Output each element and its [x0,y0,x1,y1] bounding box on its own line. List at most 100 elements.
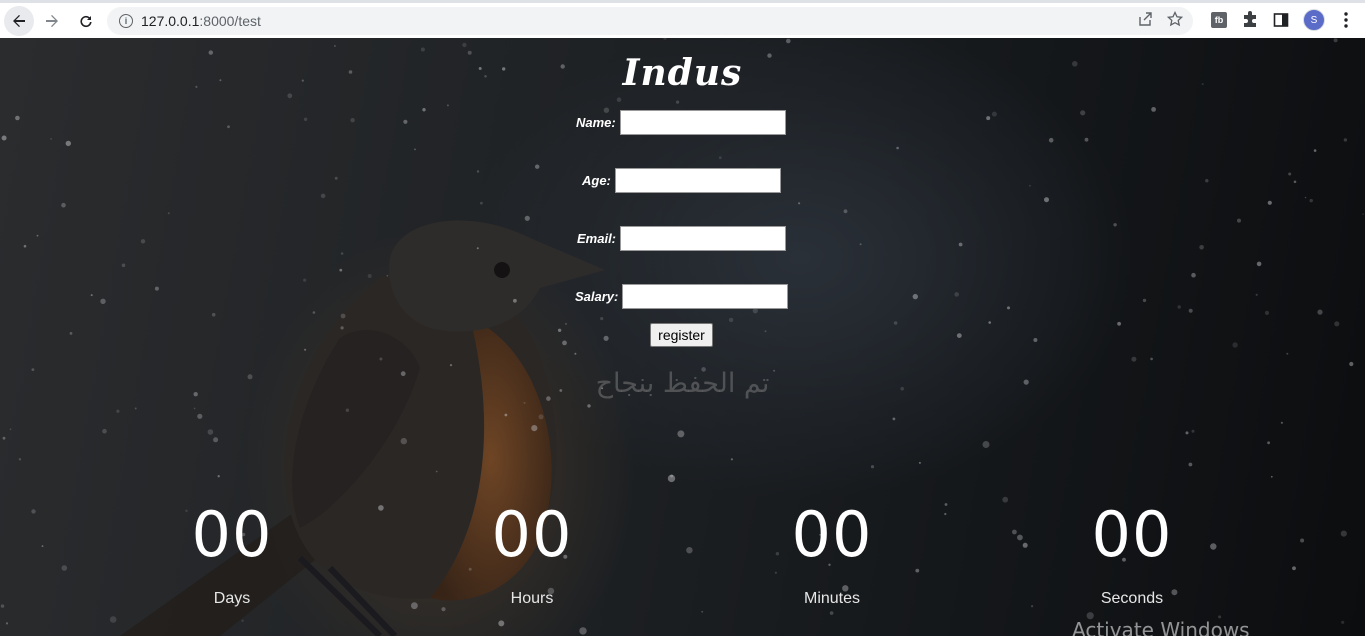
snow-particle [333,45,336,47]
share-icon[interactable] [1137,11,1153,27]
snow-particle [587,404,591,408]
puzzle-icon[interactable] [1241,11,1259,29]
snow-particle [227,125,230,129]
snow-particle [1304,196,1307,199]
snow-particle [1191,272,1196,278]
success-message: تم الحفظ بنجاح [595,368,770,399]
age-field[interactable] [614,168,781,193]
snow-particle [197,413,203,419]
snow-particle [1267,200,1272,205]
address-bar[interactable]: i 127.0.0.1:8000/test [107,7,1193,35]
snow-particle [441,607,446,612]
name-field[interactable] [619,110,786,135]
snow-particle [1292,566,1296,571]
snow-particle [896,146,899,150]
snow-particle [339,268,343,272]
snow-particle [476,170,480,173]
snow-particle [1313,149,1317,152]
snow-particle [9,428,12,431]
snow-particle [420,47,425,52]
snow-particle [1309,198,1313,203]
countdown-minutes: 00 Minutes [752,500,912,608]
snow-particle [241,619,244,622]
snow-particle [134,407,137,410]
snow-particle [1340,530,1347,537]
snow-particle [918,461,921,464]
snow-particle [574,352,577,355]
countdown-hours: 00 Hours [452,500,612,608]
snow-particle [1113,223,1117,227]
snow-particle [667,474,676,483]
snow-particle [677,430,685,438]
snow-particle [1333,38,1338,43]
side-panel-icon[interactable] [1273,12,1289,28]
snow-particle [41,545,44,547]
snow-particle [304,348,307,351]
reload-button[interactable] [70,5,102,37]
snow-particle [535,164,540,169]
snow-particle [958,242,963,247]
countdown-label: Seconds [1100,590,1164,607]
snow-particle [435,470,438,473]
snow-particle [340,252,344,255]
snow-particle [504,413,508,417]
snow-particle [1343,138,1348,142]
snow-particle [893,321,898,325]
snow-particle [1267,441,1270,445]
register-button[interactable]: register [650,323,713,347]
salary-field[interactable] [622,284,789,309]
snow-particle [400,437,407,445]
countdown-seconds: 00 Seconds [1052,500,1212,608]
kebab-menu-icon[interactable] [1339,11,1353,29]
snow-particle [31,509,36,514]
snow-particle [670,474,674,478]
snow-particle [600,317,604,321]
snow-particle [411,602,418,610]
form-row-email: Email: [577,226,787,251]
snow-particle [217,475,220,478]
snow-particle [367,274,372,278]
back-button[interactable] [4,5,34,36]
snow-particle [663,38,667,40]
snow-particle [65,140,72,147]
snow-particle [524,215,530,221]
snow-particle [1151,107,1156,112]
snow-particle [1256,261,1262,267]
snow-particle [531,425,538,432]
forward-button[interactable] [36,5,68,37]
snow-particle [1,135,7,141]
countdown-value: 00 [491,498,573,571]
snow-particle [61,202,66,208]
snow-particle [1007,306,1010,310]
url-host: 127.0.0.1 [141,13,200,29]
field-label: Age: [582,173,611,188]
snow-particle [140,239,146,244]
snow-particle [1117,321,1121,326]
field-label: Salary: [575,289,619,304]
snow-particle [1142,298,1147,303]
snow-particle [1341,620,1345,624]
snow-particle [1177,305,1181,309]
snow-particle [23,244,27,248]
countdown-label: Minutes [803,590,861,607]
snow-particle [1293,180,1297,184]
snow-particle [1012,529,1017,535]
snow-particle [18,458,22,461]
profile-avatar[interactable]: S [1303,9,1325,31]
snow-particle [1131,356,1137,362]
snow-particle [1334,321,1340,327]
star-icon[interactable] [1167,11,1183,27]
snow-particle [1185,431,1189,435]
snow-particle [798,202,801,205]
countdown-value: 00 [791,498,873,571]
email-field[interactable] [620,226,787,251]
countdown-label: Hours [510,590,554,607]
info-icon[interactable]: i [119,14,133,28]
snow-particle [1349,361,1354,367]
snow-particle [991,111,997,117]
snow-particle [193,407,196,410]
snow-particle [982,441,990,448]
snow-particle [1264,310,1270,315]
extension-fb-icon[interactable]: fb [1211,12,1227,28]
browser-toolbar: i 127.0.0.1:8000/test fb S [0,0,1365,38]
